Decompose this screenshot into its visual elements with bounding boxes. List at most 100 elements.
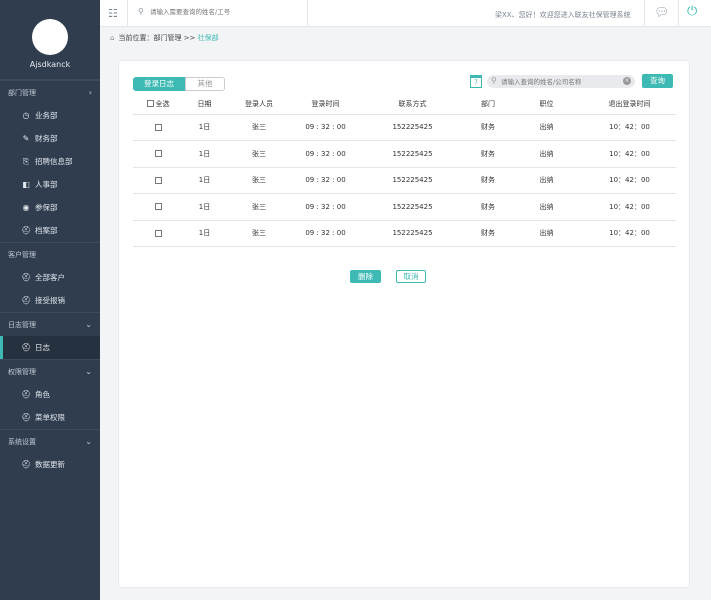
sidebar-section-title[interactable]: 部门管理 › (0, 80, 100, 104)
sidebar-section-label: 客户管理 (8, 251, 36, 259)
table-cell: 出纳 (510, 167, 583, 194)
global-search-input[interactable] (150, 8, 350, 16)
sidebar-section-title[interactable]: 日志管理 ⌄ (0, 312, 100, 336)
table-cell: 09 : 32 : 00 (292, 167, 359, 194)
row-checkbox[interactable] (154, 229, 162, 237)
table-cell: 1日 (183, 167, 226, 194)
row-select-cell (133, 220, 183, 247)
chevron-icon: ⌄ (85, 437, 92, 446)
sidebar-item-label: 财务部 (35, 134, 58, 143)
table-cell: 出纳 (510, 114, 583, 141)
table-cell: 财务 (466, 167, 510, 194)
table-cell: 财务 (466, 140, 510, 168)
table-cell: 09 : 32 : 00 (292, 114, 359, 141)
table-cell: 152225425 (359, 140, 466, 168)
table-header-row: 全选 日期 登录人员 登录时间 联系方式 部门 职位 退出登录时间 (133, 94, 676, 115)
table-cell: 出纳 (510, 140, 583, 168)
row-select-cell (133, 140, 183, 168)
select-all-header[interactable]: 全选 (133, 94, 183, 115)
sidebar-item[interactable]: ⛑ 接受报销 (0, 289, 100, 312)
nav-icon: ✎ (22, 134, 30, 143)
nav-icon: ◷ (22, 111, 30, 120)
table-cell: 152225425 (359, 114, 466, 141)
calendar-icon[interactable]: 7 (470, 75, 482, 88)
sidebar-item-label: 角色 (35, 390, 50, 399)
sidebar-item[interactable]: ⛑ 菜单权限 (0, 406, 100, 429)
sidebar-item[interactable]: ◉ 参保部 (0, 196, 100, 219)
table-cell: 1日 (183, 140, 226, 168)
breadcrumb-path[interactable]: 部门管理 >> (153, 34, 197, 42)
panel-search-input[interactable] (501, 77, 621, 86)
sidebar-item-label: 招聘信息部 (35, 157, 73, 166)
sidebar-item[interactable]: ⛑ 日志 (0, 336, 100, 359)
table-cell: 09 : 32 : 00 (292, 220, 359, 247)
home-icon[interactable]: ⌂ (110, 34, 114, 42)
nav-icon: ⎘ (22, 157, 30, 166)
sidebar-item[interactable]: ⛑ 全部客户 (0, 266, 100, 289)
sidebar-item[interactable]: ⛑ 数据更新 (0, 453, 100, 476)
nav-icon: ◧ (22, 180, 30, 189)
sidebar-section-title[interactable]: 权限管理 ⌄ (0, 359, 100, 383)
tab-other[interactable]: 其他 (185, 77, 225, 91)
column-header: 退出登录时间 (583, 94, 676, 115)
nav-icon: ⛑ (21, 413, 32, 422)
table-cell: 1日 (183, 220, 226, 247)
login-log-table: 全选 日期 登录人员 登录时间 联系方式 部门 职位 退出登录时间 1日 张三 09… (133, 94, 676, 247)
sidebar-section-title[interactable]: 系统设置 ⌄ (0, 429, 100, 453)
row-checkbox[interactable] (154, 150, 162, 158)
row-checkbox[interactable] (154, 176, 162, 184)
sidebar-item[interactable]: ◷ 业务部 (0, 104, 100, 127)
divider (307, 0, 308, 27)
sidebar-item[interactable]: ⛑ 档案部 (0, 219, 100, 242)
table-cell: 张三 (226, 167, 292, 194)
sidebar-section-label: 部门管理 (8, 89, 36, 97)
sidebar-item[interactable]: ◧ 人事部 (0, 173, 100, 196)
table-row: 1日 张三 09 : 32 : 00 152225425 财务 出纳 10：42：00 (133, 140, 676, 168)
message-icon[interactable]: 💬︎ (654, 5, 669, 19)
chevron-icon: ⌄ (85, 320, 92, 329)
avatar[interactable] (32, 19, 68, 55)
row-checkbox[interactable] (154, 203, 162, 211)
column-header: 日期 (183, 94, 226, 115)
sidebar-item-label: 接受报销 (35, 296, 65, 305)
table-cell: 10：42：00 (583, 114, 676, 141)
query-button[interactable]: 查询 (642, 74, 673, 88)
tab-login-log[interactable]: 登录日志 (133, 77, 185, 91)
cancel-button[interactable]: 取消 (396, 270, 426, 283)
sidebar-item[interactable]: ⎘ 招聘信息部 (0, 150, 100, 173)
table-cell: 财务 (466, 220, 510, 247)
table-cell: 10：42：00 (583, 220, 676, 247)
sidebar-item-label: 人事部 (35, 180, 58, 189)
row-checkbox[interactable] (154, 123, 162, 131)
table-cell: 1日 (183, 193, 226, 221)
welcome-text: 梁XX、您好！欢迎您进入联友社保管理系统 (495, 11, 631, 19)
table-cell: 09 : 32 : 00 (292, 193, 359, 221)
table-row: 1日 张三 09 : 32 : 00 152225425 财务 出纳 10：42：00 (133, 114, 676, 141)
menu-toggle-icon[interactable]: ☷ (108, 7, 118, 20)
nav-icon: ◉ (22, 203, 30, 212)
table-row: 1日 张三 09 : 32 : 00 152225425 财务 出纳 10：42：00 (133, 193, 676, 221)
nav-icon: ⛑ (21, 226, 32, 235)
table-cell: 152225425 (359, 193, 466, 221)
sidebar-item[interactable]: ✎ 财务部 (0, 127, 100, 150)
table-cell: 张三 (226, 114, 292, 141)
sidebar-section-title[interactable]: 客户管理 (0, 242, 100, 266)
sidebar-item[interactable]: ⛑ 角色 (0, 383, 100, 406)
sidebar-item-label: 数据更新 (35, 460, 65, 469)
nav-icon: ⛑ (21, 343, 32, 352)
divider (678, 0, 679, 27)
logout-power-icon[interactable]: ⏻ (687, 4, 697, 19)
table-cell: 1日 (183, 114, 226, 141)
table-cell: 张三 (226, 140, 292, 168)
column-header: 登录人员 (226, 94, 292, 115)
delete-button[interactable]: 删除 (350, 270, 381, 283)
table-cell: 10：42：00 (583, 140, 676, 168)
select-all-checkbox[interactable] (146, 100, 154, 108)
divider (127, 0, 128, 27)
search-icon: ⚲ (491, 76, 497, 85)
nav-icon: ⛑ (21, 390, 32, 399)
chevron-icon: › (88, 88, 92, 97)
breadcrumb: ⌂ 当前位置：部门管理 >> 社保部 (110, 33, 219, 43)
clear-icon[interactable]: × (623, 77, 631, 85)
sidebar-item-label: 档案部 (35, 226, 58, 235)
